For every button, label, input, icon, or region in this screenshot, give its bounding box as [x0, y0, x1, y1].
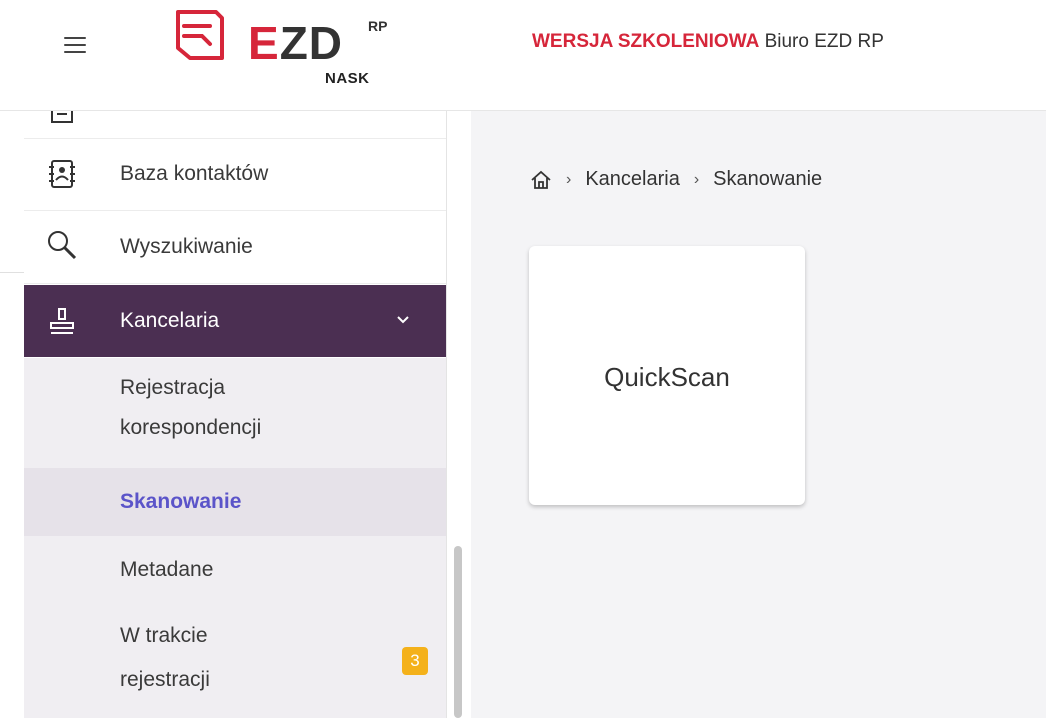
training-version-label: WERSJA SZKOLENIOWA — [532, 31, 760, 52]
breadcrumb: › Kancelaria › Skanowanie — [530, 168, 822, 191]
subitem-label-line2: korespondencji — [120, 416, 262, 439]
header-title: WERSJA SZKOLENIOWA Biuro EZD RP — [532, 31, 884, 53]
logo-subtext: NASK — [325, 70, 370, 87]
divider — [0, 272, 24, 273]
sidebar-item-contacts[interactable]: Baza kontaktów — [24, 138, 446, 211]
logo-superscript: RP — [368, 18, 388, 34]
breadcrumb-separator: › — [693, 170, 700, 188]
chevron-down-icon[interactable] — [396, 313, 410, 327]
sidebar-item-search[interactable]: Wyszukiwanie — [24, 211, 446, 284]
breadcrumb-separator: › — [566, 170, 572, 188]
quickscan-card[interactable]: QuickScan — [529, 246, 805, 505]
sidebar: Baza kontaktów Wyszukiwanie Kancelaria R… — [24, 93, 446, 718]
breadcrumb-item-skanowanie: Skanowanie — [713, 168, 823, 190]
contacts-book-icon — [49, 160, 75, 188]
sidebar-item-label: Baza kontaktów — [120, 162, 269, 185]
ezd-logo[interactable]: EZD RP NASK — [170, 8, 410, 93]
divider — [446, 110, 447, 718]
subitem-label: Metadane — [120, 558, 214, 581]
sidebar-item-kancelaria[interactable]: Kancelaria — [24, 285, 446, 357]
subitem-label-line2: rejestracji — [120, 668, 210, 691]
sidebar-subitem-metadane[interactable]: Metadane — [24, 536, 446, 604]
sidebar-subitem-skanowanie[interactable]: Skanowanie — [24, 468, 446, 536]
home-icon[interactable] — [530, 169, 552, 191]
subitem-label: Skanowanie — [120, 490, 242, 513]
hamburger-menu-icon[interactable] — [64, 37, 86, 53]
count-badge: 3 — [402, 647, 428, 675]
stamp-icon — [50, 308, 74, 334]
sidebar-item-label: Kancelaria — [120, 309, 220, 332]
logo-wordmark: EZD — [248, 17, 344, 69]
sidebar-item-rejestracja[interactable] — [24, 93, 446, 139]
search-icon — [48, 231, 77, 260]
sidebar-subitem-rejestracja-korespondencji[interactable]: Rejestracja korespondencji — [24, 358, 446, 468]
sidebar-scrollbar[interactable] — [454, 546, 462, 718]
sidebar-item-label: Wyszukiwanie — [120, 235, 253, 258]
breadcrumb-item-kancelaria[interactable]: Kancelaria — [585, 168, 680, 191]
card-label: QuickScan — [604, 362, 730, 392]
top-header: EZD RP NASK WERSJA SZKOLENIOWA Biuro EZD… — [0, 0, 1046, 111]
sidebar-subitem-w-trakcie-rejestracji[interactable]: W trakcie rejestracji 3 — [24, 604, 446, 718]
organization-name: Biuro EZD RP — [764, 31, 884, 52]
subitem-label-line1: Rejestracja — [120, 376, 226, 399]
subitem-label-line1: W trakcie — [120, 624, 208, 647]
document-logo-icon — [176, 10, 224, 60]
